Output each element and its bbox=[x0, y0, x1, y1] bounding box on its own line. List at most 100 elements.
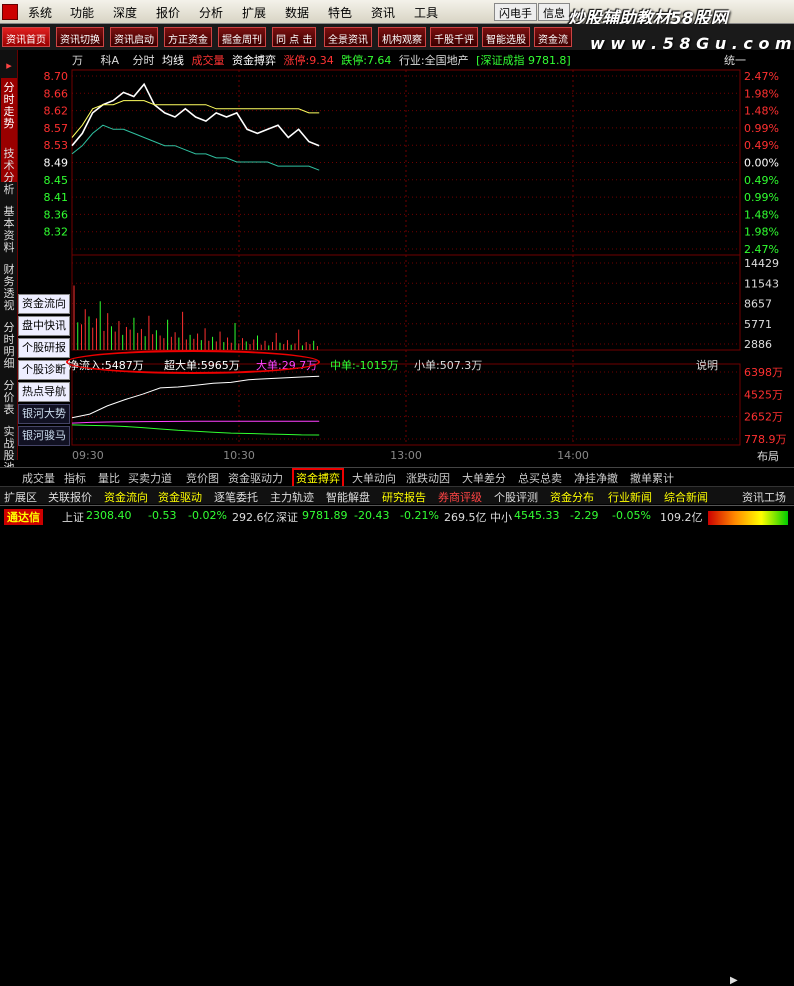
toolbar-news-launch[interactable]: 资讯启动 bbox=[110, 27, 158, 47]
toolbar-founder-fund[interactable]: 方正资金 bbox=[164, 27, 212, 47]
tab2-stock-eval[interactable]: 个股评测 bbox=[494, 489, 538, 505]
sz-change: -20.43 bbox=[354, 509, 390, 522]
side-hot-nav-button[interactable]: 热点导航 bbox=[18, 382, 70, 402]
tab-indicator[interactable]: 指标 bbox=[64, 470, 86, 486]
tab-total-buy-sell[interactable]: 总买总卖 bbox=[518, 470, 562, 486]
tab2-related-quote[interactable]: 关联报价 bbox=[48, 489, 92, 505]
menu-extend[interactable]: 扩展 bbox=[242, 4, 266, 21]
tab-change-cause[interactable]: 涨跌动因 bbox=[406, 470, 450, 486]
menu-depth[interactable]: 深度 bbox=[113, 4, 137, 21]
toolbar-institution[interactable]: 机构观察 bbox=[378, 27, 426, 47]
menu-analysis[interactable]: 分析 bbox=[199, 4, 223, 21]
tab-cancel-sum[interactable]: 撤单累计 bbox=[630, 470, 674, 486]
toolbar-weekly[interactable]: 掘金周刊 bbox=[218, 27, 266, 47]
tab-auction[interactable]: 竞价图 bbox=[186, 470, 219, 486]
side-news-flash-button[interactable]: 盘中快讯 bbox=[18, 316, 70, 336]
menu-system[interactable]: 系统 bbox=[28, 4, 52, 21]
side-galaxy-trend-button[interactable]: 银河大势 bbox=[18, 404, 70, 424]
side-research-button[interactable]: 个股研报 bbox=[18, 338, 70, 358]
tab-big-order[interactable]: 大单动向 bbox=[352, 470, 396, 486]
price-series-line-1 bbox=[71, 100, 320, 138]
price-series-line-2 bbox=[71, 124, 320, 171]
sh-label: 上证 bbox=[62, 511, 84, 524]
vol-tick-label: 14429 bbox=[744, 257, 779, 270]
side-fund-flow-button[interactable]: 资金流向 bbox=[18, 294, 70, 314]
tab2-fund-flow[interactable]: 资金流向 bbox=[104, 489, 148, 505]
tab2-fund-drive[interactable]: 资金驱动 bbox=[158, 489, 202, 505]
vol-tick-label: 11543 bbox=[744, 277, 779, 290]
tab2-research[interactable]: 研究报告 bbox=[382, 489, 426, 505]
vol-tick-label: 5771 bbox=[744, 318, 772, 331]
flow-series-line-0 bbox=[71, 375, 320, 419]
menu-special[interactable]: 特色 bbox=[328, 4, 352, 21]
pct-tick-label: 2.47% bbox=[744, 70, 779, 83]
flow-series-line-2 bbox=[71, 424, 320, 436]
price-tick-label: 8.53 bbox=[44, 139, 69, 152]
sz-amount: 269.5亿 bbox=[444, 511, 487, 524]
pct-tick-label: 1.98% bbox=[744, 226, 779, 239]
flow-medium: 中单:-1015万 bbox=[330, 359, 399, 372]
flow-explain-link[interactable]: 说明 bbox=[696, 357, 718, 373]
sz-value: 9781.89 bbox=[302, 509, 348, 522]
price-tick-label: 8.62 bbox=[44, 105, 69, 118]
menu-function[interactable]: 功能 bbox=[70, 4, 94, 21]
tab2-order-by-order[interactable]: 逐笔委托 bbox=[214, 489, 258, 505]
flash-trade-button[interactable]: 闪电手 bbox=[494, 3, 537, 21]
pct-tick-label: 1.48% bbox=[744, 105, 779, 118]
annotation-ellipse bbox=[66, 350, 320, 374]
toolbar-panorama[interactable]: 全景资讯 bbox=[324, 27, 372, 47]
tab-fund-drive[interactable]: 资金驱动力 bbox=[228, 470, 283, 486]
zx-label: 中小 bbox=[490, 511, 512, 524]
zx-amount: 109.2亿 bbox=[660, 511, 703, 524]
tabs-scroll-icon[interactable]: ▶ bbox=[730, 975, 738, 986]
menu-tools[interactable]: 工具 bbox=[414, 4, 438, 21]
tab-volume-ratio[interactable]: 量比 bbox=[98, 470, 120, 486]
chart-area: 2.47% 8.70 1.98% 8.66 1.48% 8.62 0.99% 8.57 0.49… bbox=[44, 69, 787, 462]
toolbar-news-home[interactable]: 资讯首页 bbox=[2, 27, 50, 47]
toolbar-stock-review[interactable]: 千股千评 bbox=[430, 27, 478, 47]
price-tick-label: 8.70 bbox=[44, 70, 69, 83]
vol-tick-label: 8657 bbox=[744, 298, 772, 311]
toolbar-fund-flow[interactable]: 资金流 bbox=[534, 27, 572, 47]
toolbar-news-switch[interactable]: 资讯切换 bbox=[56, 27, 104, 47]
axes-labels: 2.47% 8.70 1.98% 8.66 1.48% 8.62 0.99% 8.57 0.49… bbox=[44, 70, 787, 462]
tab2-smart-review[interactable]: 智能解盘 bbox=[326, 489, 370, 505]
tab2-extension[interactable]: 扩展区 bbox=[4, 489, 37, 505]
toolbar-click[interactable]: 同 点 击 bbox=[272, 27, 317, 47]
flow-small: 小单:507.3万 bbox=[414, 359, 483, 372]
time-tick-label: 13:00 bbox=[390, 449, 422, 462]
menu-quote[interactable]: 报价 bbox=[156, 4, 180, 21]
tab-volume[interactable]: 成交量 bbox=[22, 470, 55, 486]
tab-big-diff[interactable]: 大单差分 bbox=[462, 470, 506, 486]
tab2-industry-news[interactable]: 行业新闻 bbox=[608, 489, 652, 505]
pct-tick-label: 0.49% bbox=[744, 139, 779, 152]
tab2-fund-dist[interactable]: 资金分布 bbox=[550, 489, 594, 505]
sh-amount: 292.6亿 bbox=[232, 511, 275, 524]
price-tick-label: 8.41 bbox=[44, 191, 69, 204]
tab2-general-news[interactable]: 综合新闻 bbox=[664, 489, 708, 505]
time-tick-label: 10:30 bbox=[223, 449, 255, 462]
side-diagnosis-button[interactable]: 个股诊断 bbox=[18, 360, 70, 380]
info-button[interactable]: 信息 bbox=[538, 3, 570, 21]
time-tick-label: 09:30 bbox=[72, 449, 104, 462]
pct-tick-label: 0.00% bbox=[744, 157, 779, 170]
tab2-news-factory[interactable]: 资讯工场 bbox=[742, 489, 786, 505]
tab-buy-sell-force[interactable]: 买卖力道 bbox=[128, 470, 172, 486]
menu-news[interactable]: 资讯 bbox=[371, 4, 395, 21]
brand-badge[interactable]: 通达信 bbox=[4, 509, 43, 525]
tab-net-order[interactable]: 净挂净撤 bbox=[574, 470, 618, 486]
layout-button[interactable]: 布局 bbox=[744, 448, 792, 466]
tab2-broker-rating[interactable]: 券商评级 bbox=[438, 489, 482, 505]
price-tick-label: 8.66 bbox=[44, 87, 69, 100]
price-series-line-0 bbox=[71, 82, 320, 147]
menu-data[interactable]: 数据 bbox=[285, 4, 309, 21]
tab2-main-track[interactable]: 主力轨迹 bbox=[270, 489, 314, 505]
pct-tick-label: 1.98% bbox=[744, 87, 779, 100]
tab-fund-game[interactable]: 资金搏弈 bbox=[292, 468, 344, 488]
toolbar-smart-pick[interactable]: 智能选股 bbox=[482, 27, 530, 47]
side-galaxy-horse-button[interactable]: 银河骏马 bbox=[18, 426, 70, 446]
zx-percent: -0.05% bbox=[612, 509, 651, 522]
price-tick-label: 8.36 bbox=[44, 208, 69, 221]
flow-tick-label: 778.9万 bbox=[744, 433, 787, 446]
chart-grid bbox=[71, 69, 741, 446]
